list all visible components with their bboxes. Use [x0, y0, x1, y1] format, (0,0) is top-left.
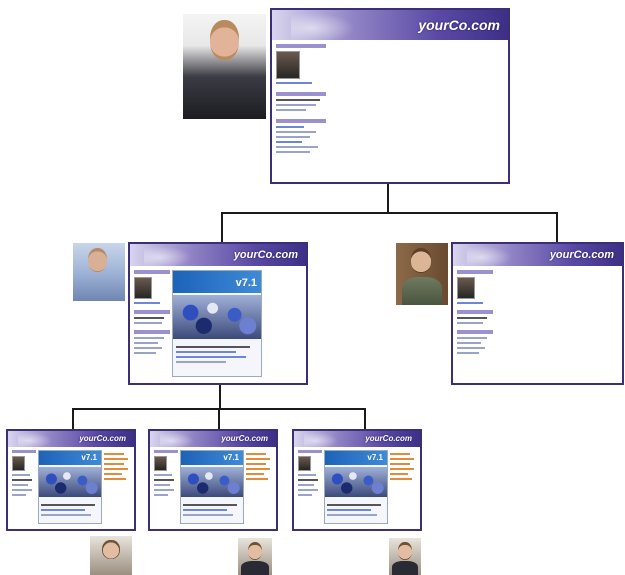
connector-leaf1-drop	[72, 408, 74, 430]
leaf-3-page-mockup: yourCo.com v7.1	[292, 429, 422, 531]
connector-left-drop	[221, 212, 223, 242]
root-page-mockup: yourCo.com	[270, 8, 510, 184]
root-sidebar-thumbnail	[276, 51, 300, 79]
leaf-2-brand-text: yourCo.com	[221, 434, 268, 443]
connector-root-down	[387, 183, 389, 213]
leaf-3-brand-text: yourCo.com	[365, 434, 412, 443]
leaf-1-page-mockup: yourCo.com v7.1	[6, 429, 136, 531]
left-child-content: v7.1	[172, 270, 262, 377]
connector-right-drop	[556, 212, 558, 242]
root-page-banner: yourCo.com	[272, 10, 508, 40]
connector-leaf2-drop	[218, 408, 220, 430]
leaf-2-version-label: v7.1	[223, 453, 239, 462]
root-sidebar	[276, 44, 326, 156]
leaf-1-person-photo	[90, 536, 132, 575]
leaf-2-person-photo	[238, 538, 272, 575]
left-child-crowd-image	[173, 295, 261, 339]
left-child-person-photo	[73, 243, 125, 301]
connector-level1-horizontal	[221, 212, 558, 214]
root-person-photo	[183, 14, 266, 119]
leaf-3-version-label: v7.1	[367, 453, 383, 462]
connector-leaf3-drop	[364, 408, 366, 430]
left-child-sidebar	[134, 270, 170, 357]
right-child-brand-text: yourCo.com	[549, 249, 614, 261]
right-child-page-mockup: yourCo.com	[451, 242, 624, 385]
right-child-person-photo	[396, 243, 448, 305]
right-child-sidebar	[457, 270, 493, 357]
leaf-1-brand-text: yourCo.com	[79, 434, 126, 443]
left-child-brand-text: yourCo.com	[233, 249, 298, 261]
leaf-3-person-photo	[389, 538, 421, 575]
root-brand-text: yourCo.com	[418, 17, 500, 33]
left-child-page-mockup: yourCo.com v7.1	[128, 242, 308, 385]
left-child-page-banner: yourCo.com	[130, 244, 306, 266]
right-child-page-banner: yourCo.com	[453, 244, 622, 266]
leaf-1-version-label: v7.1	[81, 453, 97, 462]
connector-left-child-down	[219, 385, 221, 409]
left-child-version-label: v7.1	[235, 277, 257, 289]
leaf-2-page-mockup: yourCo.com v7.1	[148, 429, 278, 531]
